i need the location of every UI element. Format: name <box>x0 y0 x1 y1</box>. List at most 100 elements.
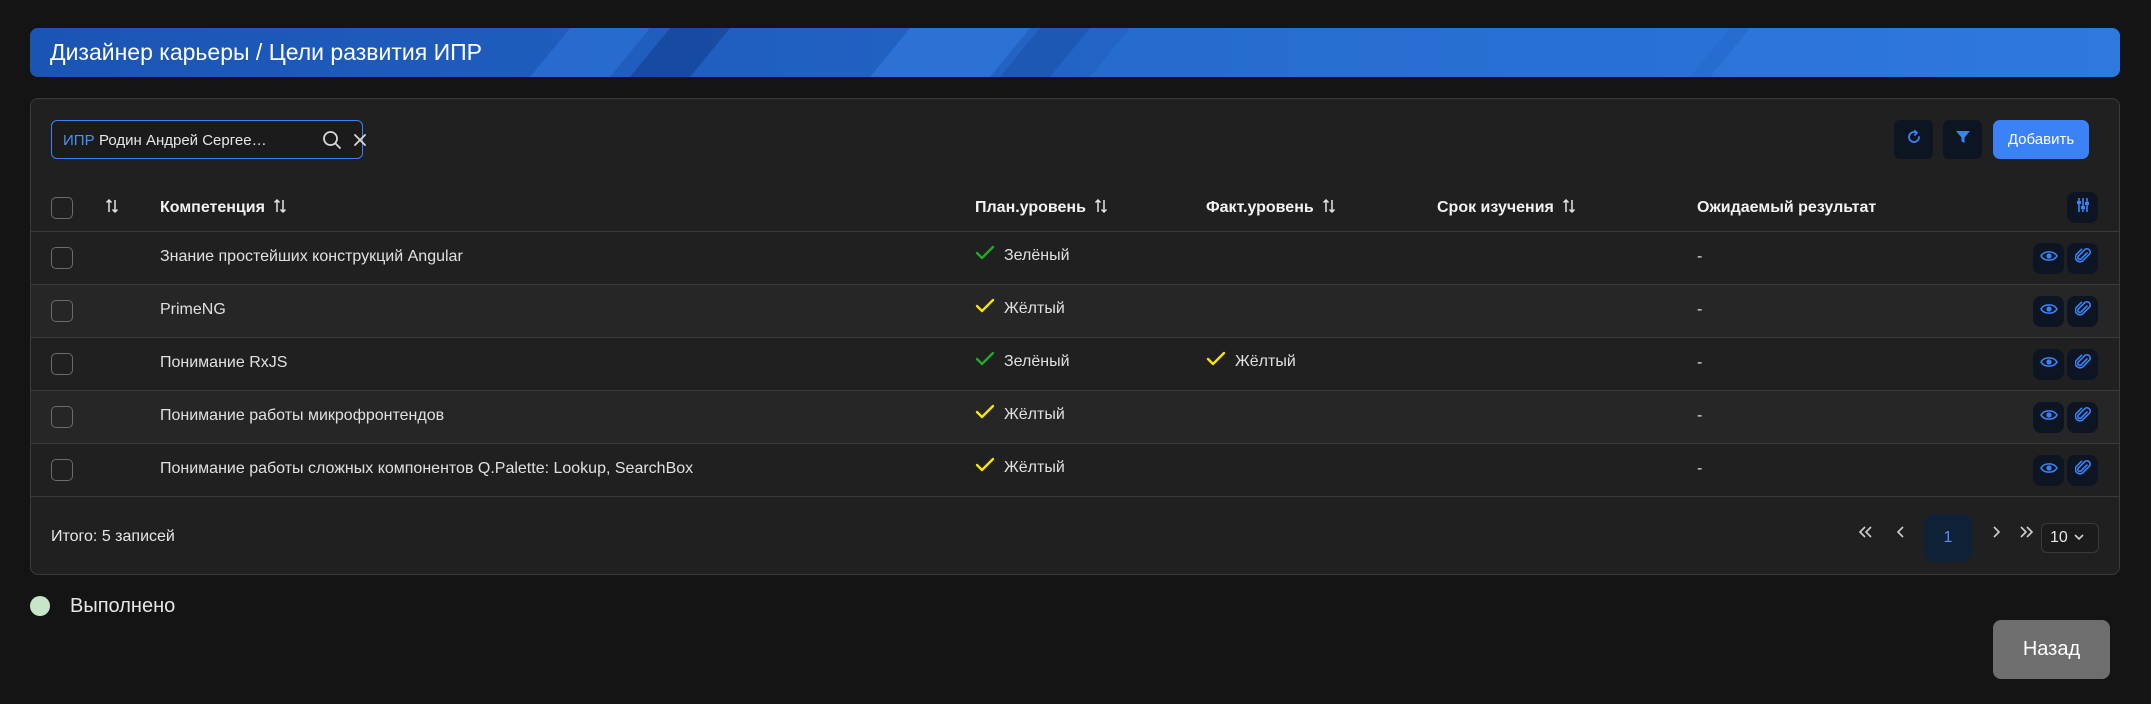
total-records-label: Итого: 5 записей <box>51 528 175 545</box>
expected-result-cell: - <box>1697 248 1703 265</box>
page-title: Дизайнер карьеры / Цели развития ИПР <box>50 39 482 65</box>
column-header-expected-result: Ожидаемый результат <box>1697 197 1876 219</box>
rows-per-page-value: 10 <box>2050 529 2068 546</box>
plan-level-label: Зелёный <box>1004 352 1070 370</box>
eye-icon <box>2039 461 2058 480</box>
column-label: Срок изучения <box>1437 199 1554 216</box>
plan-level-cell: Зелёный <box>975 351 1070 372</box>
plan-level-cell: Жёлтый <box>975 457 1065 478</box>
first-page-button[interactable] <box>1851 509 1881 559</box>
view-button[interactable] <box>2033 349 2064 380</box>
paperclip-icon <box>2074 406 2091 429</box>
eye-icon <box>2039 249 2058 268</box>
select-all-checkbox[interactable] <box>51 197 73 219</box>
column-label: Ожидаемый результат <box>1697 199 1877 216</box>
view-button[interactable] <box>2033 455 2064 486</box>
column-settings-icon <box>2075 197 2091 218</box>
fact-level-label: Жёлтый <box>1235 352 1296 370</box>
eye-icon <box>2039 408 2058 427</box>
rows-per-page-select[interactable]: 10 <box>2041 523 2099 553</box>
fact-level-cell: Жёлтый <box>1206 351 1296 372</box>
row-checkbox[interactable] <box>51 247 73 269</box>
table-row[interactable]: Понимание RxJS Зелёный Жёлтый - <box>31 338 2119 391</box>
row-checkbox[interactable] <box>51 406 73 428</box>
view-button[interactable] <box>2033 243 2064 274</box>
expected-result-cell: - <box>1697 407 1703 424</box>
check-icon <box>975 457 995 478</box>
paperclip-icon <box>2074 459 2091 482</box>
attach-button[interactable] <box>2067 455 2098 486</box>
paperclip-icon <box>2074 300 2091 323</box>
expected-result-cell: - <box>1697 354 1703 371</box>
check-icon <box>1206 351 1226 372</box>
plan-level-cell: Жёлтый <box>975 404 1065 425</box>
row-checkbox[interactable] <box>51 459 73 481</box>
refresh-icon <box>1906 129 1922 150</box>
legend-done-dot <box>30 596 50 616</box>
plan-level-label: Жёлтый <box>1004 458 1065 476</box>
column-label: План.уровень <box>975 199 1086 216</box>
sort-icon <box>1094 198 1108 219</box>
chevron-down-icon <box>2073 529 2085 547</box>
attach-button[interactable] <box>2067 402 2098 433</box>
prev-page-button[interactable] <box>1888 509 1914 559</box>
legend-done-label: Выполнено <box>70 595 176 617</box>
eye-icon <box>2039 302 2058 321</box>
view-button[interactable] <box>2033 296 2064 327</box>
sort-icon <box>105 198 119 219</box>
row-checkbox[interactable] <box>51 300 73 322</box>
row-checkbox[interactable] <box>51 353 73 375</box>
attach-button[interactable] <box>2067 349 2098 380</box>
chevron-left-icon <box>1896 525 1906 544</box>
plan-level-cell: Зелёный <box>975 245 1070 266</box>
column-header-plan-level[interactable]: План.уровень <box>975 197 1108 219</box>
competency-cell: Знание простейших конструкций Angular <box>160 248 463 265</box>
plan-level-label: Жёлтый <box>1004 405 1065 423</box>
filter-button[interactable] <box>1943 120 1982 159</box>
column-header-competency[interactable]: Компетенция <box>160 197 287 219</box>
row-sort-toggle[interactable] <box>105 197 119 219</box>
expected-result-cell: - <box>1697 301 1703 318</box>
table-row[interactable]: PrimeNG Жёлтый - <box>31 285 2119 338</box>
check-icon <box>975 351 995 372</box>
plan-level-label: Зелёный <box>1004 246 1070 264</box>
check-icon <box>975 404 995 425</box>
sort-icon <box>1562 198 1576 219</box>
view-button[interactable] <box>2033 402 2064 433</box>
refresh-button[interactable] <box>1894 120 1933 159</box>
column-header-study-term[interactable]: Срок изучения <box>1437 197 1576 219</box>
sort-icon <box>1322 198 1336 219</box>
competency-cell: Понимание работы микрофронтендов <box>160 407 445 424</box>
eye-icon <box>2039 355 2058 374</box>
back-button[interactable]: Назад <box>1993 620 2110 679</box>
page-header-banner: Дизайнер карьеры / Цели развития ИПР <box>30 28 2120 77</box>
check-icon <box>975 298 995 319</box>
next-page-button[interactable] <box>1983 509 2009 559</box>
table-row[interactable]: Понимание работы микрофронтендов Жёлтый - <box>31 391 2119 444</box>
ipr-goals-panel: ИПР Родин Андрей Сергеевич Добавить Комп… <box>30 98 2120 575</box>
last-page-button[interactable] <box>2011 509 2041 559</box>
table-row[interactable]: Понимание работы сложных компонентов Q.P… <box>31 444 2119 497</box>
column-label: Факт.уровень <box>1206 199 1314 216</box>
column-settings-button[interactable] <box>2067 192 2098 223</box>
add-button[interactable]: Добавить <box>1993 120 2089 159</box>
page-button-current[interactable]: 1 <box>1924 514 1972 562</box>
attach-button[interactable] <box>2067 296 2098 327</box>
check-icon <box>975 245 995 266</box>
table-row[interactable]: Знание простейших конструкций Angular Зел… <box>31 232 2119 285</box>
column-header-fact-level[interactable]: Факт.уровень <box>1206 197 1336 219</box>
attach-button[interactable] <box>2067 243 2098 274</box>
search-icon[interactable] <box>322 130 342 155</box>
competency-cell: Понимание работы сложных компонентов Q.P… <box>160 460 694 477</box>
competency-cell: PrimeNG <box>160 301 226 318</box>
sort-icon <box>273 198 287 219</box>
paperclip-icon <box>2074 247 2091 270</box>
ipr-search-field[interactable]: ИПР Родин Андрей Сергеевич <box>51 120 366 159</box>
chevrons-right-icon <box>2018 525 2034 544</box>
chevrons-left-icon <box>1858 525 1874 544</box>
competency-cell: Понимание RxJS <box>160 354 288 371</box>
close-icon[interactable] <box>353 133 367 152</box>
expected-result-cell: - <box>1697 460 1703 477</box>
column-label: Компетенция <box>160 199 265 216</box>
search-input[interactable]: Родин Андрей Сергеевич <box>99 132 274 149</box>
